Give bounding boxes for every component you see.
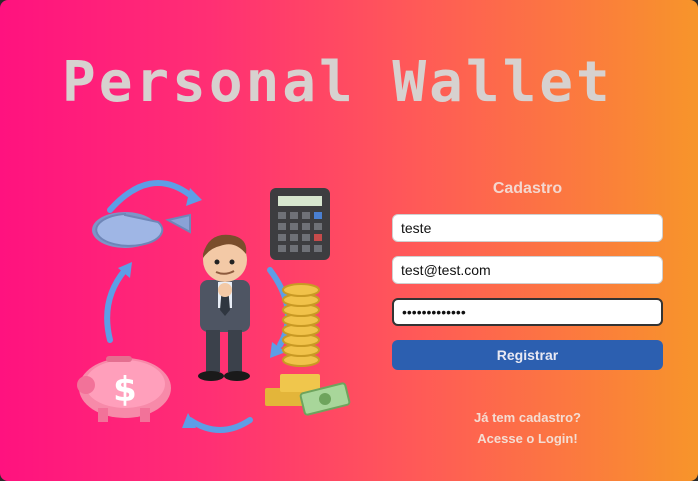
email-field[interactable] [392,256,663,284]
login-links: Já tem cadastro? Acesse o Login! [392,407,663,449]
app-window: Personal Wallet $ Cadastro teste test@te… [0,0,698,481]
has-account-link[interactable]: Já tem cadastro? [392,407,663,428]
register-form: Cadastro Registrar [392,180,663,370]
thinking-man-icon [198,234,250,381]
app-title: Personal Wallet [62,50,613,115]
piggy-bank-icon: $ [77,356,171,422]
password-field[interactable] [392,298,663,326]
name-field[interactable] [392,214,663,242]
login-link[interactable]: Acesse o Login! [392,428,663,449]
finance-illustration: $ [77,180,351,433]
pie-chart-icon [92,212,191,248]
form-title: Cadastro [492,180,563,197]
register-button[interactable]: Registrar [392,340,663,370]
calculator-icon [270,188,330,260]
currency-symbol: $ [113,370,137,410]
